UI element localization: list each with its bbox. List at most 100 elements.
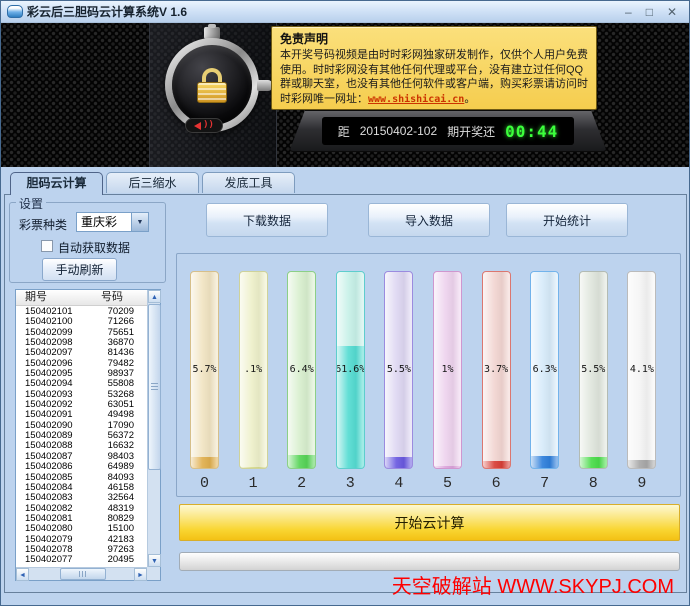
probability-bar: 5.5% [579,271,608,469]
table-row[interactable]: 15040208332564 [16,493,147,503]
lock-body [197,82,227,103]
scrollbar-corner [147,567,160,580]
column-header-issue: 期号 [16,290,101,305]
countdown-prefix: 距 [338,123,350,140]
download-data-button[interactable]: 下载数据 [206,203,328,237]
probability-bar: 4.1% [627,271,656,469]
close-button[interactable]: ✕ [667,2,677,22]
bar-category-label: 0 [190,475,219,492]
disclaimer-suffix: 。 [464,93,475,105]
tab-housan-suoshui[interactable]: 后三缩水 [106,172,199,193]
scroll-left-icon[interactable]: ◄ [16,568,29,581]
window-title: 彩云后三胆码云计算系统V 1.6 [27,3,187,20]
bar-value-label: 6.3% [530,364,559,375]
maximize-button[interactable]: □ [646,2,653,22]
bar-fill [385,457,412,468]
probability-bar: 5.5% [384,271,413,469]
stopwatch-dial [172,45,252,125]
bar-column-3: 61.6% 3 [336,271,365,493]
probability-bar: 6.4% [287,271,316,469]
bar-value-label: 5.7% [190,364,219,375]
chevron-down-icon[interactable]: ▼ [131,213,148,231]
probability-bar: 61.6% [336,271,365,469]
bar-fill [580,457,607,468]
lock-icon [197,68,227,103]
bar-category-label: 1 [239,475,268,492]
bar-category-label: 7 [530,475,559,492]
bar-value-label: 3.7% [482,364,511,375]
cell-number: 20495 [92,555,134,565]
bar-category-label: 3 [336,475,365,492]
bar-category-label: 4 [384,475,413,492]
scroll-right-icon[interactable]: ► [134,568,147,581]
progress-bar [179,552,680,571]
auto-fetch-label: 自动获取数据 [58,239,130,256]
cell-number: 15100 [92,524,134,534]
bar-fill [240,467,267,468]
mute-button[interactable]: )) [185,118,223,133]
window-controls: – □ ✕ [625,2,683,22]
countdown-display: 距 20150402-102 期开奖还 00:44 [322,117,574,145]
probability-bar: 3.7% [482,271,511,469]
disclaimer-title: 免责声明 [280,30,588,47]
digit-probability-chart: 5.7% 0 .1%1 6.4% 2 61.6% 3 5.5% 4 1% 5 3.7% 6 6.3% 7 5.… [176,253,681,497]
start-cloud-compute-button[interactable]: 开始云计算 [179,504,680,541]
speaker-icon [194,122,201,130]
manual-refresh-button[interactable]: 手动刷新 [42,258,117,281]
probability-bar: 6.3% [530,271,559,469]
cell-issue: 150402086 [16,462,92,472]
app-window: 彩云后三胆码云计算系统V 1.6 – □ ✕ )) 免责声明 本开奖号码视频是由… [0,0,690,606]
table-row[interactable]: 15040208664989 [16,462,147,472]
bar-fill [191,457,218,468]
probability-bar: 5.7% [190,271,219,469]
table-row[interactable]: 15040208015100 [16,524,147,534]
vscrollbar-thumb[interactable] [148,304,161,470]
app-icon [7,5,23,18]
tab-fadi-tools[interactable]: 发底工具 [202,172,295,193]
cell-number: 64989 [92,462,134,472]
table-row[interactable]: 15040207720495 [16,555,147,565]
cell-issue: 150402083 [16,493,92,503]
lottery-type-value: 重庆彩 [77,213,131,231]
settings-group-label: 设置 [16,195,46,212]
hscrollbar-thumb[interactable] [60,568,106,580]
cell-number: 32564 [92,493,134,503]
bar-fill [288,455,315,468]
watermark-text: 天空破解站 WWW.SKYPJ.COM [392,570,674,599]
horizontal-scrollbar[interactable]: ◄ ► [16,567,147,580]
bar-category-label: 2 [287,475,316,492]
vertical-scrollbar[interactable]: ▲ ▼ [147,290,160,567]
probability-bar: 1% [433,271,462,469]
bar-category-label: 9 [627,475,656,492]
bar-value-label: 5.5% [384,364,413,375]
bar-category-label: 6 [482,475,511,492]
auto-fetch-checkbox[interactable] [41,240,53,252]
bar-value-label: 6.4% [287,364,316,375]
bar-category-label: 5 [433,475,462,492]
disclaimer-box: 免责声明 本开奖号码视频是由时时彩网独家研发制作，仅供个人用户免费使用。时时彩网… [271,26,597,110]
lottery-type-select[interactable]: 重庆彩 ▼ [76,212,149,232]
stopwatch-knob-icon [257,80,272,91]
import-data-button[interactable]: 导入数据 [368,203,490,237]
bar-column-1: .1%1 [239,271,268,493]
countdown-timer: 00:44 [505,122,558,141]
bar-column-7: 6.3% 7 [530,271,559,493]
bar-column-5: 1% 5 [433,271,462,493]
tab-danma-cloud-compute[interactable]: 胆码云计算 [10,172,103,195]
thumb-grip-icon [79,571,86,577]
minimize-button[interactable]: – [625,2,632,22]
bar-column-6: 3.7% 6 [482,271,511,493]
bar-value-label: 61.6% [336,364,365,375]
bar-column-0: 5.7% 0 [190,271,219,493]
table-body[interactable]: 1504021017020915040210071266150402099756… [16,307,147,567]
scroll-up-icon[interactable]: ▲ [148,290,161,303]
bar-column-9: 4.1% 9 [627,271,656,493]
scroll-down-icon[interactable]: ▼ [148,554,161,567]
bar-fill [434,466,461,468]
start-statistics-button[interactable]: 开始统计 [506,203,628,237]
bar-value-label: 1% [433,364,462,375]
shishicai-link[interactable]: www.shishicai.cn [368,94,464,105]
cell-issue: 150402077 [16,555,92,565]
bar-value-label: 4.1% [627,364,656,375]
lottery-type-label: 彩票种类 [19,216,67,233]
